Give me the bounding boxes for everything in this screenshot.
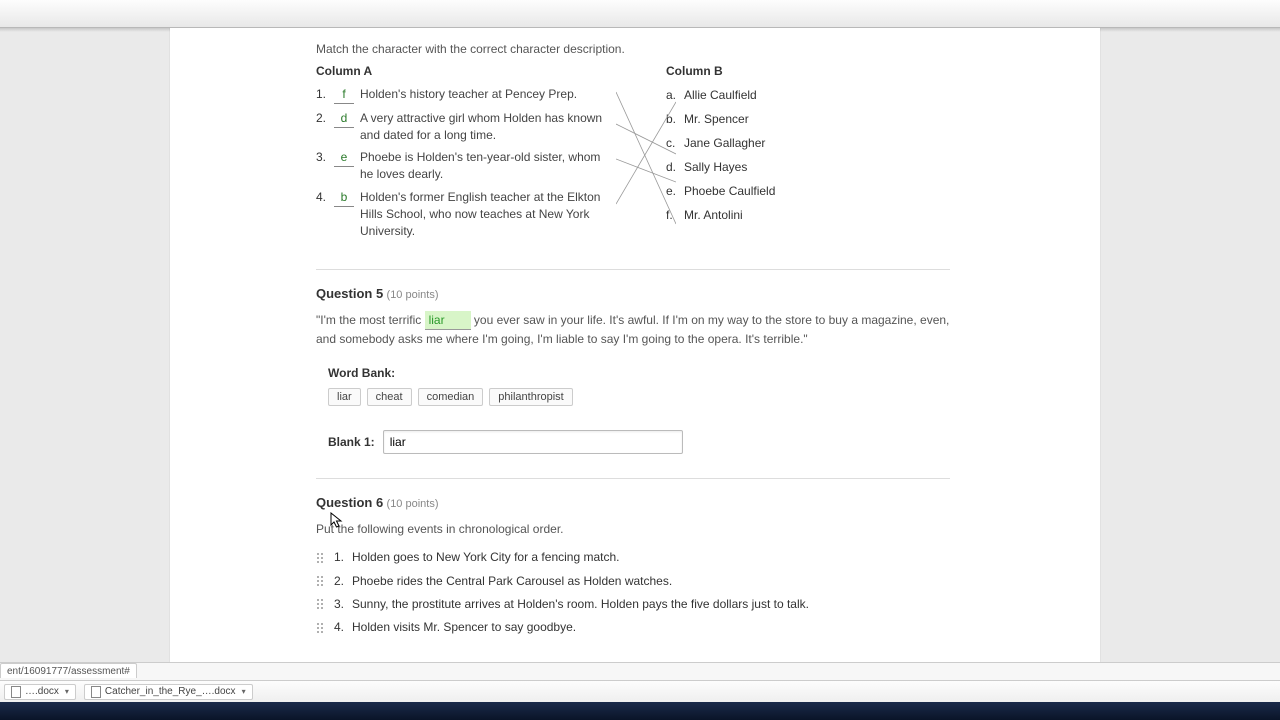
option-row: d.Sally Hayes: [666, 158, 846, 176]
order-item[interactable]: 3. Sunny, the prostitute arrives at Hold…: [316, 595, 950, 614]
option-text: Mr. Antolini: [684, 206, 743, 224]
word-bank: Word Bank: liar cheat comedian philanthr…: [328, 366, 950, 406]
question-6: Question 6 (10 points) Put the following…: [316, 495, 950, 637]
match-answer-blank[interactable]: b: [334, 189, 354, 207]
order-item[interactable]: 4. Holden visits Mr. Spencer to say good…: [316, 618, 950, 637]
order-number: 3.: [334, 595, 352, 614]
match-answer-blank[interactable]: f: [334, 86, 354, 104]
word-bank-item[interactable]: comedian: [418, 388, 484, 406]
question-points: (10 points): [387, 498, 439, 510]
download-filename: Catcher_in_the_Rye_….docx: [105, 686, 236, 697]
download-item[interactable]: Catcher_in_the_Rye_….docx ▾: [84, 684, 253, 700]
option-text: Phoebe Caulfield: [684, 182, 775, 200]
option-text: Mr. Spencer: [684, 110, 749, 128]
order-item[interactable]: 2. Phoebe rides the Central Park Carouse…: [316, 572, 950, 591]
drag-handle-icon[interactable]: [316, 575, 324, 587]
browser-status-bar: ent/16091777/assessment#: [0, 662, 1280, 680]
drag-handle-icon[interactable]: [316, 552, 324, 564]
match-row: 2. d A very attractive girl whom Holden …: [316, 110, 616, 144]
column-a-header: Column A: [316, 64, 616, 78]
order-text: Sunny, the prostitute arrives at Holden'…: [352, 595, 809, 614]
match-text: A very attractive girl whom Holden has k…: [360, 110, 616, 144]
match-number: 1.: [316, 86, 332, 103]
match-text: Holden's former English teacher at the E…: [360, 189, 616, 239]
option-row: c.Jane Gallagher: [666, 134, 846, 152]
match-row: 4. b Holden's former English teacher at …: [316, 189, 616, 239]
option-text: Jane Gallagher: [684, 134, 765, 152]
drag-handle-icon[interactable]: [316, 622, 324, 634]
match-row: 3. e Phoebe is Holden's ten-year-old sis…: [316, 149, 616, 183]
download-item[interactable]: ….docx ▾: [4, 684, 76, 700]
downloads-bar: ….docx ▾ Catcher_in_the_Rye_….docx ▾: [0, 680, 1280, 702]
question-title: Question 6: [316, 495, 383, 510]
word-bank-item[interactable]: liar: [328, 388, 361, 406]
option-text: Sally Hayes: [684, 158, 747, 176]
divider: [316, 478, 950, 479]
question-body: "I'm the most terrific liar you ever saw…: [316, 311, 950, 348]
question-title: Question 5: [316, 286, 383, 301]
blank-1-input[interactable]: [383, 430, 683, 454]
order-text: Phoebe rides the Central Park Carousel a…: [352, 572, 672, 591]
option-row: f.Mr. Antolini: [666, 206, 846, 224]
os-taskbar[interactable]: [0, 702, 1280, 720]
order-text: Holden goes to New York City for a fenci…: [352, 548, 619, 567]
question-prompt: Put the following events in chronologica…: [316, 520, 950, 538]
order-number: 2.: [334, 572, 352, 591]
match-answer-blank[interactable]: e: [334, 149, 354, 167]
assessment-page: Match the character with the correct cha…: [170, 28, 1100, 662]
chevron-down-icon[interactable]: ▾: [242, 687, 246, 696]
match-text: Phoebe is Holden's ten-year-old sister, …: [360, 149, 616, 183]
option-row: e.Phoebe Caulfield: [666, 182, 846, 200]
word-bank-title: Word Bank:: [328, 366, 950, 380]
match-text: Holden's history teacher at Pencey Prep.: [360, 86, 616, 103]
chevron-down-icon[interactable]: ▾: [65, 687, 69, 696]
match-row: 1. f Holden's history teacher at Pencey …: [316, 86, 616, 104]
page-background: Match the character with the correct cha…: [0, 28, 1280, 662]
matching-instruction: Match the character with the correct cha…: [316, 42, 950, 56]
option-row: b.Mr. Spencer: [666, 110, 846, 128]
ordering-list: 1. Holden goes to New York City for a fe…: [316, 548, 950, 637]
order-item[interactable]: 1. Holden goes to New York City for a fe…: [316, 548, 950, 567]
option-row: a.Allie Caulfield: [666, 86, 846, 104]
matching-columns: Column A 1. f Holden's history teacher a…: [316, 64, 950, 245]
drag-handle-icon[interactable]: [316, 598, 324, 610]
order-number: 4.: [334, 618, 352, 637]
download-filename: ….docx: [25, 686, 59, 697]
word-bank-item[interactable]: cheat: [367, 388, 412, 406]
document-icon: [11, 686, 21, 698]
match-number: 3.: [316, 149, 332, 166]
match-number: 4.: [316, 189, 332, 206]
divider: [316, 269, 950, 270]
question-points: (10 points): [387, 289, 439, 301]
browser-toolbar: [0, 0, 1280, 28]
order-number: 1.: [334, 548, 352, 567]
fill-in-blank[interactable]: liar: [425, 311, 471, 330]
match-answer-blank[interactable]: d: [334, 110, 354, 128]
document-icon: [91, 686, 101, 698]
column-b-header: Column B: [666, 64, 846, 78]
quote-pre: "I'm the most terrific: [316, 313, 425, 327]
status-url: ent/16091777/assessment#: [0, 663, 137, 678]
option-text: Allie Caulfield: [684, 86, 757, 104]
order-text: Holden visits Mr. Spencer to say goodbye…: [352, 618, 576, 637]
question-5: Question 5 (10 points) "I'm the most ter…: [316, 286, 950, 454]
word-bank-item[interactable]: philanthropist: [489, 388, 572, 406]
match-number: 2.: [316, 110, 332, 127]
blank-label: Blank 1:: [328, 435, 375, 449]
